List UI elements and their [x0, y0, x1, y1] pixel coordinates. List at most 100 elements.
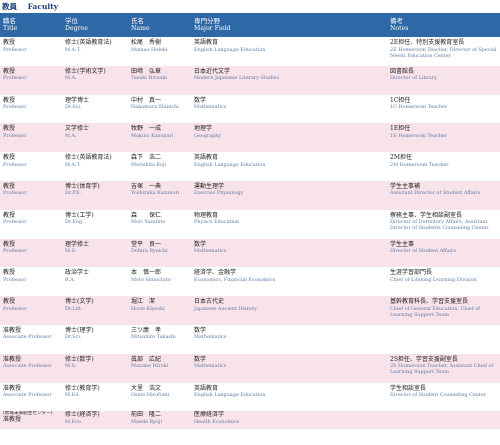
name-jp: 前田 隆二 [131, 411, 162, 419]
degree-cell: 博士(理学) Dr.Sci. [62, 325, 128, 354]
name-cell: 前田 隆二 Maeda Ryuji [128, 411, 191, 429]
field-jp: 数学 [194, 355, 207, 363]
notes-cell: 図書館長 Director of Library [387, 66, 500, 95]
column-header-name: 氏名 Name [131, 17, 150, 32]
name-en: Tasaki Hiroaki [131, 75, 167, 82]
notes-cell: 1E担任 1E Homeroom Teacher [387, 123, 500, 152]
degree-cell: 理学博士 Dr.Sci. [62, 95, 128, 124]
name-cell: 森 保仁 Mori Yasuhito [128, 210, 191, 239]
notes-cell: 学生主事補 Assistant Director of Student Affai… [387, 181, 500, 210]
section-heading: 教員 Faculty [0, 0, 500, 13]
major-field-cell: 数学 Mathematics [191, 354, 387, 383]
name-cell: 堂平 良一 Dohira Ryoichi [128, 239, 191, 268]
name-cell: 森下 浩二 Morishita Koji [128, 152, 191, 181]
degree-jp: 博士(工学) [65, 211, 94, 219]
title-jp: 准教授 [3, 416, 22, 424]
field-jp: 日本近代文学 [194, 67, 231, 75]
degree-en: B.A. [65, 276, 76, 283]
name-en: Yoshizuka Kazunori [131, 190, 180, 197]
notes-cell: 2M担任 2M Homeroom Teacher [387, 152, 500, 181]
table-row: 教授 Professor 修士(学術文学) M.A. 田﨑 弘章 Tasaki Hiroa… [0, 65, 500, 95]
section-heading-en: Faculty [27, 2, 59, 11]
field-en: Geography [194, 132, 222, 139]
table-row: 教授 Professor 政治学士 B.A. 本 慎一郎 Moto Shinichiro 経… [0, 267, 500, 297]
degree-en: M.A. [65, 132, 77, 139]
title-en: Professor [3, 305, 27, 312]
degree-cell: 博士(体育学) Dr.P.E. [62, 181, 128, 210]
degree-cell: 修士(英語教育法) M.A.T. [62, 152, 128, 181]
notes-en: Director of Student Counseling Center [390, 392, 487, 399]
title-en: Professor [3, 132, 27, 139]
notes-jp: 学生主事 [390, 240, 415, 248]
notes-jp: 学生相談室長 [390, 384, 427, 392]
field-jp: 物理教育 [194, 211, 219, 219]
degree-en: M.S. [65, 363, 77, 370]
title-cell: 教授 Professor [0, 210, 62, 239]
notes-en: Chief of General Education, Chief of Lea… [390, 305, 480, 318]
notes-cell: 学生相談室長 Director of Student Counseling Cen… [387, 383, 500, 412]
field-jp: 運動生理学 [194, 182, 225, 190]
title-en: Associate Professor [3, 334, 52, 341]
name-en: Mitsuhiro Takashi [131, 334, 176, 341]
degree-cell: 修士(英語教育法) M.A.T. [62, 37, 128, 66]
table-row: 准教授 Associate Professor 修士(数学) M.S. 眞部 広紀 Man… [0, 353, 500, 383]
name-cell: 三ツ廣 孝 Mitsuhiro Takashi [128, 325, 191, 354]
table-row: 教授 Professor 博士(文学) Dr.Litt. 堀江 潔 Horie Kiyos… [0, 296, 500, 325]
name-en: Nakamura Shinichi [131, 104, 179, 111]
degree-jp: 政治学士 [65, 269, 90, 277]
field-jp: 経済学、金融学 [194, 269, 237, 277]
notes-jp: 基幹教育科長、学習支援室長 [390, 298, 469, 306]
field-en: Modern Japanese Literary Studies [194, 75, 280, 82]
column-header-degree: 学位 Degree [65, 17, 88, 32]
field-jp: 英語教育 [194, 384, 219, 392]
title-en: Professor [3, 75, 27, 82]
title-cell: 教授 Professor [0, 37, 62, 66]
name-jp: 眞部 広紀 [131, 355, 162, 363]
notes-jp: 1C担任 [390, 96, 411, 104]
table-header-row: 職名 Title 学位 Degree 氏名 Name 専門分野 Major Field … [0, 13, 500, 37]
column-header-title: 職名 Title [3, 17, 18, 32]
degree-cell: 修士(経済学) M.Eco. [62, 411, 128, 429]
degree-en: Dr.Eng. [65, 219, 84, 226]
title-jp: 教授 [3, 240, 16, 248]
name-cell: 田﨑 弘章 Tasaki Hiroaki [128, 66, 191, 95]
title-cell: 教授 Professor [0, 239, 62, 268]
table-row: 教授 Professor 修士(英語教育法) M.A.T. 松尾 秀樹 Matsuo Hi… [0, 37, 500, 66]
degree-jp: 博士(体育学) [65, 182, 100, 190]
notes-jp: 寮務主事、学生相談副室長 [390, 211, 463, 219]
degree-jp: 修士(学術文学) [65, 67, 106, 75]
name-cell: 吉塚 一典 Yoshizuka Kazunori [128, 181, 191, 210]
degree-jp: 博士(文学) [65, 298, 94, 306]
degree-jp: 修士(教育学) [65, 384, 100, 392]
notes-jp: 2M担任 [390, 154, 412, 162]
notes-en: Director of Dormitory Affairs, Assistant… [390, 219, 489, 232]
name-en: Maeda Ryuji [131, 418, 163, 425]
name-jp: 田﨑 弘章 [131, 67, 162, 75]
name-en: Manabe Hiroki [131, 363, 169, 370]
notes-jp: 学生主事補 [390, 182, 421, 190]
title-cell: 教授 Professor [0, 296, 62, 325]
notes-cell: 基幹教育科長、学習支援室長 Chief of General Education,… [387, 296, 500, 325]
degree-en: Dr.Sci. [65, 334, 82, 341]
notes-en: Director of Library [390, 75, 437, 82]
name-en: Mori Yasuhito [131, 219, 166, 226]
degree-cell: 修士(学術文学) M.A. [62, 66, 128, 95]
title-jp: 教授 [3, 96, 16, 104]
field-en: English Language Education [194, 46, 266, 53]
name-jp: 牧野 一成 [131, 125, 162, 133]
title-jp: 教授 [3, 298, 16, 306]
name-cell: 松尾 秀樹 Matsuo Hideki [128, 37, 191, 66]
name-cell: 中村 真一 Nakamura Shinichi [128, 95, 191, 124]
title-en: Associate Professor [3, 363, 52, 370]
title-jp: 教授 [3, 269, 16, 277]
degree-en: M.Ed. [65, 392, 80, 399]
title-jp: 准教授 [3, 355, 22, 363]
notes-cell [387, 325, 500, 354]
faculty-page: 教員 Faculty 職名 Title 学位 Degree 氏名 Name 専門分野 M… [0, 0, 500, 445]
title-jp: 准教授 [3, 326, 22, 334]
notes-en: 2E Homeroom Teacher, Director of Special… [390, 46, 497, 59]
field-en: Mathematics [194, 363, 227, 370]
field-jp: 数学 [194, 326, 207, 334]
table-row: 教授 Professor 文学修士 M.A. 牧野 一成 Makino Kazunari 地… [0, 123, 500, 153]
major-field-cell: 数学 Mathematics [191, 239, 387, 268]
